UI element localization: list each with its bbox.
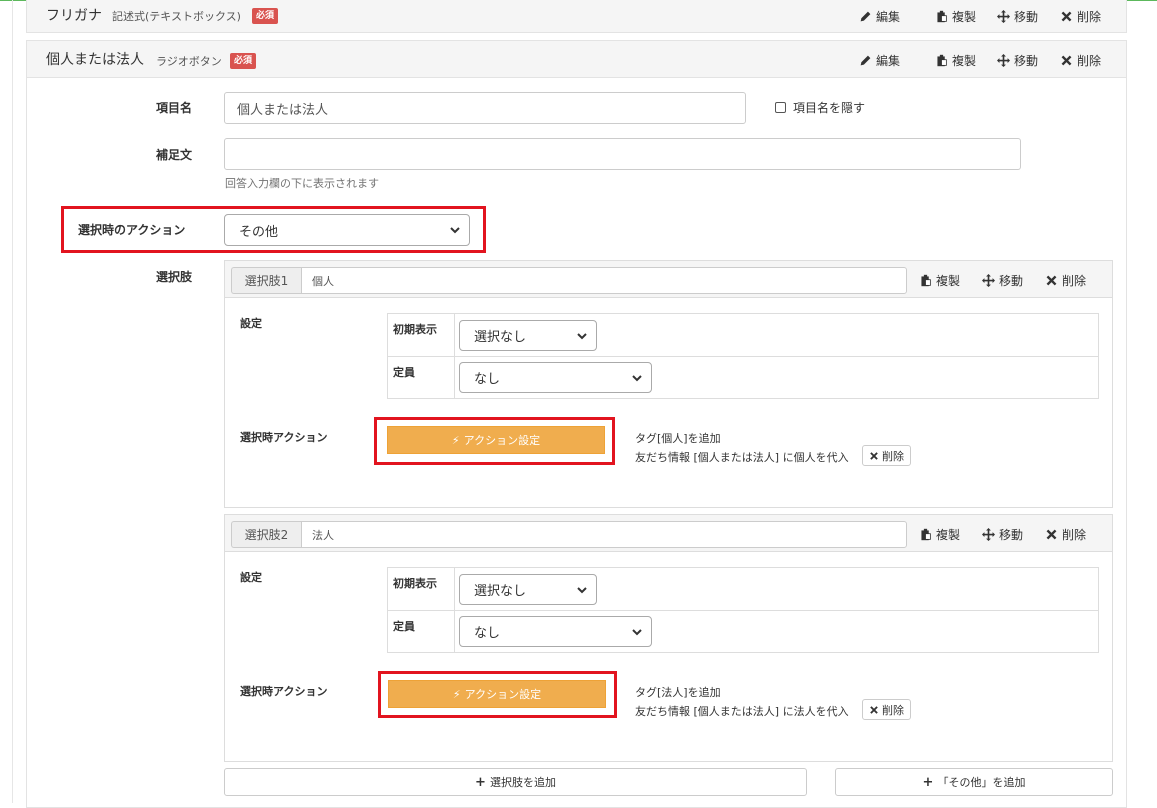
field-type-label: 記述式(テキストボックス) — [112, 10, 241, 23]
move-button[interactable]: 移動 — [997, 52, 1038, 69]
add-other-button[interactable]: + 「その他」を追加 — [835, 768, 1113, 796]
choice-value-input[interactable]: 法人 — [301, 521, 907, 548]
move-icon — [982, 274, 995, 287]
supplement-label: 補足文 — [156, 148, 193, 162]
close-icon — [870, 705, 878, 714]
move-icon — [997, 10, 1010, 23]
close-icon — [1061, 11, 1072, 22]
close-icon — [1061, 55, 1072, 66]
choice-card: 選択肢1 個人 複製 移動 削除 設定 初期表示 選択なし 定員 なし 選択時ア… — [224, 260, 1113, 508]
plus-icon: + — [475, 774, 486, 790]
move-icon — [982, 528, 995, 541]
plus-icon: + — [922, 774, 934, 790]
copy-button[interactable]: 複製 — [919, 272, 960, 289]
clipboard-icon — [921, 528, 931, 541]
choice-action-label: 選択時アクション — [240, 431, 328, 444]
add-choice-button[interactable]: + 選択肢を追加 — [224, 768, 807, 796]
chevron-down-icon — [577, 586, 587, 593]
choice-action-label: 選択時アクション — [240, 685, 328, 698]
clipboard-icon — [921, 274, 931, 287]
close-icon — [1046, 529, 1057, 540]
move-button[interactable]: 移動 — [982, 272, 1023, 289]
required-badge: 必須 — [252, 8, 279, 24]
choice-prefix: 選択肢1 — [231, 267, 301, 294]
edit-button[interactable]: 編集 — [859, 52, 900, 69]
edit-button[interactable]: 編集 — [859, 8, 900, 25]
close-icon — [1046, 275, 1057, 286]
move-button[interactable]: 移動 — [982, 526, 1023, 543]
delete-button[interactable]: 削除 — [1045, 526, 1086, 543]
delete-button[interactable]: 削除 — [1045, 272, 1086, 289]
bolt-icon: ⚡ — [451, 433, 460, 447]
initial-display-select[interactable]: 選択なし — [459, 574, 597, 605]
chevron-down-icon — [450, 227, 460, 234]
hide-item-name-label: 項目名を隠す — [793, 101, 866, 115]
chevron-down-icon — [577, 332, 587, 339]
capacity-label: 定員 — [393, 366, 415, 379]
close-icon — [870, 451, 878, 460]
clipboard-icon — [937, 10, 947, 23]
pencil-icon — [860, 55, 871, 66]
table-divider — [388, 610, 1098, 611]
selection-action-label: 選択時のアクション — [78, 223, 186, 237]
action-note: 友だち情報 [個人または法人] に個人を代入 — [635, 451, 849, 464]
item-name-label: 項目名 — [156, 101, 193, 115]
choices-label: 選択肢 — [156, 270, 193, 284]
settings-table: 初期表示 選択なし 定員 なし — [387, 313, 1099, 399]
move-icon — [997, 54, 1010, 67]
capacity-select[interactable]: なし — [459, 616, 652, 647]
initial-display-label: 初期表示 — [393, 323, 437, 336]
capacity-label: 定員 — [393, 620, 415, 633]
copy-button[interactable]: 複製 — [935, 52, 976, 69]
copy-button[interactable]: 複製 — [919, 526, 960, 543]
supplement-help: 回答入力欄の下に表示されます — [225, 177, 379, 190]
supplement-input[interactable] — [224, 138, 1021, 170]
delete-button[interactable]: 削除 — [1060, 8, 1101, 25]
choice-prefix: 選択肢2 — [231, 521, 301, 548]
action-settings-button[interactable]: ⚡ アクション設定 — [387, 426, 605, 454]
clipboard-icon — [937, 54, 947, 67]
field-title: フリガナ — [46, 8, 102, 24]
choice-value-input[interactable]: 個人 — [301, 267, 907, 294]
settings-label: 設定 — [240, 317, 262, 330]
table-divider — [388, 356, 1098, 357]
chevron-down-icon — [632, 628, 642, 635]
action-settings-button[interactable]: ⚡ アクション設定 — [388, 680, 606, 708]
hide-item-name-checkbox[interactable] — [775, 102, 786, 113]
field-title: 個人または法人 — [46, 52, 144, 68]
bolt-icon: ⚡ — [452, 687, 461, 701]
item-name-input[interactable]: 個人または法人 — [224, 92, 746, 124]
capacity-select[interactable]: なし — [459, 362, 652, 393]
initial-display-label: 初期表示 — [393, 577, 437, 590]
pencil-icon — [860, 11, 871, 22]
settings-table: 初期表示 選択なし 定員 なし — [387, 567, 1099, 653]
field-header-individual[interactable]: 個人または法人 ラジオボタン 必須 編集 複製 移動 削除 — [26, 40, 1127, 78]
required-badge: 必須 — [230, 53, 257, 69]
note-delete-button[interactable]: 削除 — [862, 445, 911, 466]
field-type-label: ラジオボタン — [156, 55, 222, 68]
left-divider — [12, 0, 13, 803]
move-button[interactable]: 移動 — [997, 8, 1038, 25]
field-header-furigana[interactable]: フリガナ 記述式(テキストボックス) 必須 編集 複製 移動 削除 — [26, 0, 1127, 33]
action-note: 友だち情報 [個人または法人] に法人を代入 — [635, 705, 849, 718]
action-note: タグ[法人]を追加 — [635, 686, 721, 699]
note-delete-button[interactable]: 削除 — [862, 699, 911, 720]
copy-button[interactable]: 複製 — [935, 8, 976, 25]
action-note: タグ[個人]を追加 — [635, 432, 721, 445]
chevron-down-icon — [632, 374, 642, 381]
settings-label: 設定 — [240, 571, 262, 584]
choice-card: 選択肢2 法人 複製 移動 削除 設定 初期表示 選択なし 定員 なし 選択時ア… — [224, 514, 1113, 762]
delete-button[interactable]: 削除 — [1060, 52, 1101, 69]
initial-display-select[interactable]: 選択なし — [459, 320, 597, 351]
selection-action-select[interactable]: その他 — [224, 214, 470, 246]
